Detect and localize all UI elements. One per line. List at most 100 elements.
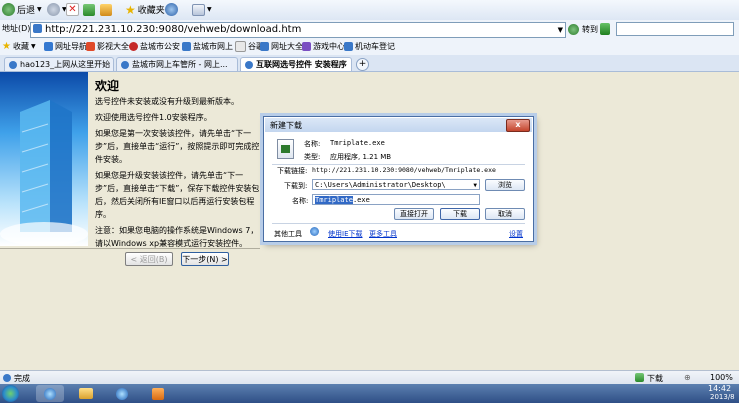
- wizard-para1: 欢迎使用选号控件1.0安装程序。: [95, 113, 212, 122]
- tab-installer[interactable]: 互联网选号控件 安装程序: [240, 57, 352, 71]
- saveto-value: C:\Users\Administrator\Desktop\: [315, 181, 446, 189]
- go-arrow-icon: [568, 23, 579, 35]
- favorites-label: 收藏夹: [137, 6, 165, 16]
- back-label: 后退: [17, 6, 36, 16]
- next-wizard-button[interactable]: 下一步(N) >: [181, 252, 229, 266]
- saveto-label: 下载到:: [284, 182, 308, 190]
- type-label: 类型:: [304, 153, 321, 161]
- clock-time[interactable]: 14:42: [708, 384, 731, 393]
- ie-logo-icon: [310, 227, 319, 236]
- taskbar-ie2-button[interactable]: [108, 385, 136, 402]
- installer-wizard: 欢迎 选号控件未安装或没有升级到最新版本。 欢迎使用选号控件1.0安装程序。 如…: [95, 80, 265, 250]
- favorites-bar: ★ 收藏 ▼ 网址导航 影视大全 盐城市公安 盐城市网上 谷歌 网址大全 游戏中…: [0, 38, 739, 56]
- tab-label: 盐城市网上车管所 - 网上...: [132, 60, 228, 69]
- star-icon: ★: [2, 41, 11, 52]
- dialog-divider: [272, 223, 525, 224]
- go-button[interactable]: 转到: [568, 22, 598, 36]
- taskbar-app-button[interactable]: [144, 385, 172, 402]
- tab-strip: hao123_上网从这里开始 盐城市网上车管所 - 网上... 互联网选号控件 …: [0, 55, 739, 72]
- browse-button[interactable]: 浏览: [485, 179, 525, 191]
- more-tools-link[interactable]: 更多工具: [369, 229, 397, 239]
- wizard-title: 欢迎: [95, 79, 120, 93]
- fav-item-6[interactable]: 游戏中心: [302, 40, 345, 53]
- favorites-menu[interactable]: ★ 收藏 ▼: [2, 40, 36, 53]
- other-tools-label: 其他工具: [274, 230, 302, 238]
- ie-logo-icon: [44, 387, 56, 400]
- tab-label: hao123_上网从这里开始: [20, 60, 111, 69]
- fav-item-1[interactable]: 影视大全: [86, 40, 129, 53]
- start-button[interactable]: [2, 385, 19, 402]
- web-icon: [260, 42, 269, 51]
- status-text: 完成: [14, 374, 30, 383]
- back-arrow-icon: [2, 3, 15, 16]
- fav-item-3[interactable]: 盐城市网上: [182, 40, 233, 53]
- installer-banner-image: [0, 72, 88, 246]
- close-button[interactable]: x: [506, 119, 530, 132]
- fav-item-7[interactable]: 机动车登记: [344, 40, 395, 53]
- name-value: Tmriplate.exe: [330, 139, 385, 147]
- use-ie-download-link[interactable]: 使用IE下载: [328, 229, 363, 239]
- security-shield-icon[interactable]: [600, 23, 610, 35]
- wizard-subtitle: 选号控件未安装或没有升级到最新版本。: [95, 97, 239, 106]
- dialog-title: 新建下载: [270, 121, 302, 130]
- web-icon: [344, 42, 353, 51]
- ie-page-icon: [245, 60, 253, 69]
- address-url: http://221.231.10.230:9080/vehweb/downlo…: [45, 24, 302, 35]
- fav-item-0[interactable]: 网址导航: [44, 40, 87, 53]
- search-input[interactable]: [616, 22, 734, 36]
- fav-label: 盐城市网上: [193, 42, 233, 51]
- back-button[interactable]: 后退 ▼: [2, 2, 42, 17]
- address-input[interactable]: http://221.231.10.230:9080/vehweb/downlo…: [30, 22, 566, 38]
- fav-label: 网址大全: [271, 42, 303, 51]
- dropdown-arrow-icon: ▼: [207, 6, 212, 13]
- wizard-para4: 注意：如果您电脑的操作系统是Windows 7，请以Windows xp兼容模式…: [95, 226, 259, 248]
- history-icon: [165, 3, 178, 16]
- refresh-button[interactable]: [83, 2, 95, 17]
- refresh-icon: [83, 3, 95, 16]
- zoom-level[interactable]: 100%: [710, 373, 733, 382]
- status-bar: 完成 下载 ⊕ 100%: [0, 370, 739, 385]
- address-dropdown-icon[interactable]: ▼: [558, 23, 563, 37]
- mail-button[interactable]: ▼: [192, 2, 212, 17]
- game-icon: [302, 42, 311, 51]
- favorites-button[interactable]: ★ 收藏夹: [125, 2, 165, 17]
- filename-input[interactable]: Tmriplate.exe: [312, 194, 480, 205]
- home-button[interactable]: [100, 2, 112, 17]
- link-label: 下载链接:: [277, 167, 308, 175]
- tab-yancheng[interactable]: 盐城市网上车管所 - 网上...: [116, 57, 238, 71]
- saveto-select[interactable]: C:\Users\Administrator\Desktop\ ▼: [312, 179, 480, 190]
- fav-label: 影视大全: [97, 42, 129, 51]
- forward-button[interactable]: ▼: [47, 2, 67, 17]
- wizard-divider: [0, 248, 260, 249]
- web-icon: [44, 42, 53, 51]
- fav-item-2[interactable]: 盐城市公安: [129, 40, 180, 53]
- history-button[interactable]: [165, 2, 178, 17]
- home-icon: [100, 3, 112, 16]
- tab-hao123[interactable]: hao123_上网从这里开始: [4, 57, 114, 71]
- page-icon: [33, 24, 42, 33]
- stop-button[interactable]: ✕: [66, 2, 79, 17]
- type-value: 应用程序, 1.21 MB: [330, 153, 392, 161]
- zoom-icon: ⊕: [684, 373, 691, 382]
- web-icon: [182, 42, 191, 51]
- fav-label: 盐城市公安: [140, 42, 180, 51]
- settings-link[interactable]: 设置: [509, 229, 523, 239]
- new-tab-button[interactable]: +: [356, 58, 369, 71]
- cancel-button[interactable]: 取消: [485, 208, 525, 220]
- link-value: http://221.231.10.230:9080/vehweb/Tmripl…: [312, 166, 496, 174]
- ie-page-icon: [3, 374, 11, 382]
- star-icon: ★: [125, 2, 136, 17]
- fav-item-5[interactable]: 网址大全: [260, 40, 303, 53]
- dialog-titlebar: 新建下载 x: [265, 118, 532, 132]
- exe-window-icon: [281, 145, 290, 153]
- filename-selected: Tmriplate: [315, 196, 353, 204]
- back-wizard-button[interactable]: < 返回(B): [125, 252, 173, 266]
- open-directly-button[interactable]: 直接打开: [394, 208, 434, 220]
- address-label: 地址(D): [2, 24, 31, 33]
- download-button[interactable]: 下载: [440, 208, 480, 220]
- download-status-label[interactable]: 下载: [647, 373, 663, 384]
- police-badge-icon: [129, 42, 138, 51]
- taskbar-ie-button[interactable]: [36, 385, 64, 402]
- taskbar-explorer-button[interactable]: [72, 385, 100, 402]
- name-label: 名称:: [304, 140, 321, 148]
